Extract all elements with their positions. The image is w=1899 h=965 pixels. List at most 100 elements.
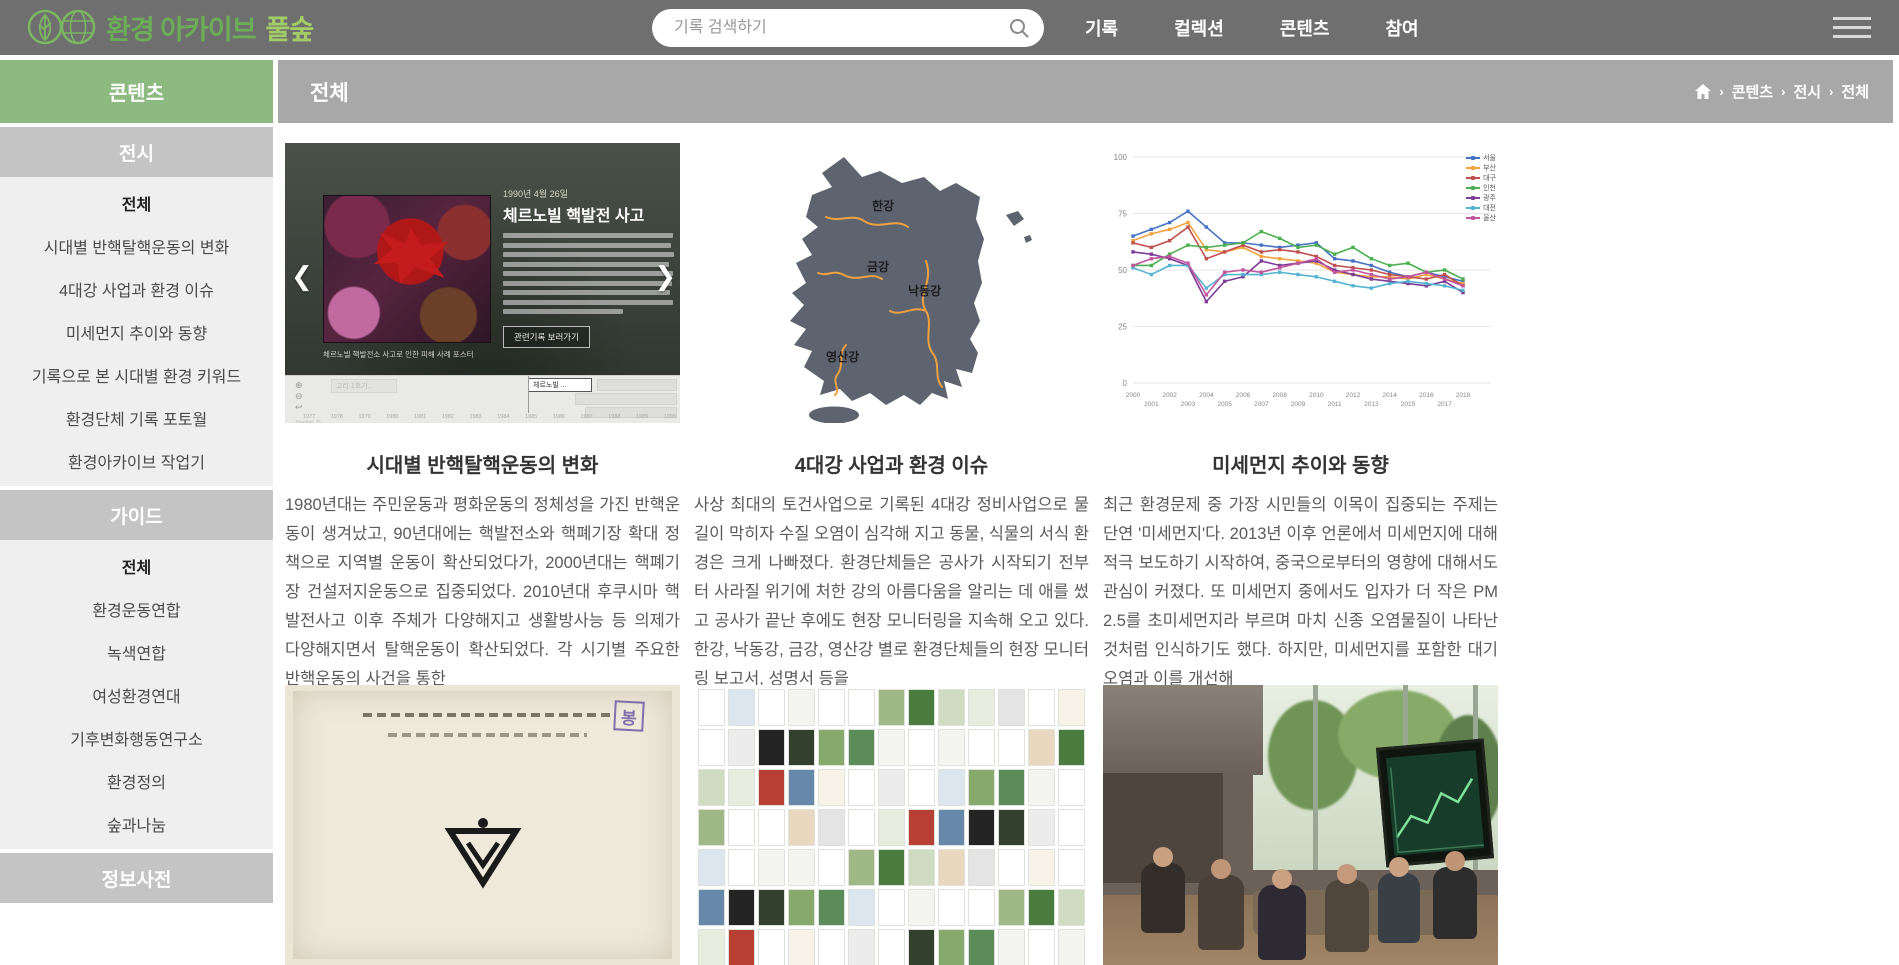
- meeting-photo-image[interactable]: [1103, 685, 1498, 965]
- thumbnail[interactable]: [788, 849, 815, 886]
- thumbnail[interactable]: [908, 729, 935, 766]
- thumbnail[interactable]: [728, 809, 755, 846]
- timeline-cursor[interactable]: [528, 376, 529, 413]
- sidebar-title-contents[interactable]: 콘텐츠: [0, 60, 273, 123]
- thumbnail[interactable]: [1028, 889, 1055, 926]
- thumbnail[interactable]: [848, 929, 875, 965]
- thumbnail[interactable]: [968, 809, 995, 846]
- timeline-tag-gori[interactable]: 고리 1호기...: [331, 379, 397, 393]
- sidebar-item-archive-notes[interactable]: 환경아카이브 작업기: [0, 439, 273, 482]
- thumbnail[interactable]: [878, 929, 905, 965]
- thumbnail[interactable]: [968, 849, 995, 886]
- thumbnail[interactable]: [998, 769, 1025, 806]
- card-title[interactable]: 미세먼지 추이와 동향: [1103, 449, 1498, 478]
- thumbnail[interactable]: [908, 809, 935, 846]
- thumbnail[interactable]: [938, 809, 965, 846]
- thumbnail[interactable]: [788, 809, 815, 846]
- thumbnail[interactable]: [938, 769, 965, 806]
- thumbnail[interactable]: [728, 729, 755, 766]
- card-fine-dust-image[interactable]: 0255075100200020012002200320042005200620…: [1103, 143, 1498, 423]
- sidebar-item-eco-justice[interactable]: 환경정의: [0, 759, 273, 802]
- thumbnail[interactable]: [848, 809, 875, 846]
- old-document-image[interactable]: 봉: [285, 685, 680, 965]
- thumbnail[interactable]: [998, 929, 1025, 965]
- thumbnail[interactable]: [998, 849, 1025, 886]
- sidebar-item-fine-dust[interactable]: 미세먼지 추이와 동향: [0, 310, 273, 353]
- thumbnail[interactable]: [1058, 729, 1085, 766]
- sidebar-section-exhibition[interactable]: 전시: [0, 127, 273, 177]
- zoom-out-icon[interactable]: ⊖: [295, 391, 303, 402]
- thumbnail[interactable]: [1028, 769, 1055, 806]
- card-archive-notes[interactable]: [1103, 685, 1498, 965]
- thumbnail[interactable]: [878, 689, 905, 726]
- thumbnail[interactable]: [938, 689, 965, 726]
- thumbnail[interactable]: [878, 769, 905, 806]
- thumbnail[interactable]: [1028, 729, 1055, 766]
- thumbnail[interactable]: [728, 689, 755, 726]
- thumbnail[interactable]: [968, 729, 995, 766]
- thumbnail[interactable]: [728, 889, 755, 926]
- thumbnail[interactable]: [1058, 929, 1085, 965]
- thumbnail[interactable]: [698, 769, 725, 806]
- thumbnail[interactable]: [908, 849, 935, 886]
- nav-item-collections[interactable]: 컬렉션: [1174, 15, 1224, 41]
- thumbnail[interactable]: [848, 889, 875, 926]
- thumbnail[interactable]: [1058, 889, 1085, 926]
- thumbnail[interactable]: [698, 809, 725, 846]
- sidebar-item-kwen[interactable]: 여성환경연대: [0, 673, 273, 716]
- search-input[interactable]: [674, 19, 1008, 37]
- thumbnail[interactable]: [1028, 849, 1055, 886]
- card-antinuclear[interactable]: ❮ ❯ 체르노빌 핵발전소 사고로 인한 피해 사례 포스터 1990년 4월 …: [285, 143, 680, 694]
- thumbnail[interactable]: [908, 889, 935, 926]
- thumbnail[interactable]: [698, 929, 725, 965]
- breadcrumb-contents[interactable]: 콘텐츠: [1732, 81, 1773, 102]
- thumbnail[interactable]: [788, 889, 815, 926]
- thumbnail[interactable]: [908, 689, 935, 726]
- undo-icon[interactable]: ↩: [295, 402, 303, 413]
- thumbnail[interactable]: [878, 849, 905, 886]
- thumbnail[interactable]: [788, 929, 815, 965]
- thumbnail[interactable]: [848, 769, 875, 806]
- thumbnail[interactable]: [1028, 929, 1055, 965]
- thumbnail[interactable]: [698, 849, 725, 886]
- card-four-rivers[interactable]: 한강 금강 낙동강 영산강 4대강 사업과 환경 이슈 사상 최대의 토건사업으…: [694, 143, 1089, 694]
- thumbnail[interactable]: [908, 769, 935, 806]
- thumbnail[interactable]: [998, 809, 1025, 846]
- sidebar-item-climate-inst[interactable]: 기후변화행동연구소: [0, 716, 273, 759]
- thumbnail[interactable]: [1058, 809, 1085, 846]
- thumbnail[interactable]: [698, 729, 725, 766]
- thumbnail[interactable]: [728, 769, 755, 806]
- sidebar-item-antinuclear[interactable]: 시대별 반핵탈핵운동의 변화: [0, 224, 273, 267]
- thumbnail[interactable]: [788, 729, 815, 766]
- thumbnail[interactable]: [1028, 689, 1055, 726]
- thumbnail[interactable]: [758, 849, 785, 886]
- card-title[interactable]: 4대강 사업과 환경 이슈: [694, 449, 1089, 478]
- thumbnail[interactable]: [818, 769, 845, 806]
- carousel-next-icon[interactable]: ❯: [654, 261, 676, 292]
- thumbnail[interactable]: [758, 929, 785, 965]
- sidebar-item-era-keywords[interactable]: 기록으로 본 시대별 환경 키워드: [0, 353, 273, 396]
- thumbnail[interactable]: [758, 689, 785, 726]
- thumbnail[interactable]: [1058, 769, 1085, 806]
- breadcrumb-exhibition[interactable]: 전시: [1793, 81, 1821, 102]
- search-icon[interactable]: [1008, 17, 1030, 39]
- thumbnail[interactable]: [848, 729, 875, 766]
- thumbnail[interactable]: [758, 729, 785, 766]
- thumbnail[interactable]: [968, 929, 995, 965]
- nav-item-participate[interactable]: 참여: [1386, 15, 1419, 41]
- card-title[interactable]: 시대별 반핵탈핵운동의 변화: [285, 449, 680, 478]
- nav-item-records[interactable]: 기록: [1085, 15, 1118, 41]
- record-search-bar[interactable]: [652, 9, 1044, 47]
- timeline-strip[interactable]: ⊕ ⊖ ↩ 고리 1호기... 체르노빌 ... 197719781979198…: [285, 375, 680, 423]
- thumbnail[interactable]: [728, 929, 755, 965]
- thumbnail[interactable]: [758, 809, 785, 846]
- card-four-rivers-image[interactable]: 한강 금강 낙동강 영산강: [694, 143, 1089, 423]
- thumbnail[interactable]: [1058, 689, 1085, 726]
- thumbnail[interactable]: [788, 689, 815, 726]
- thumbnail[interactable]: [758, 769, 785, 806]
- card-fine-dust[interactable]: 0255075100200020012002200320042005200620…: [1103, 143, 1498, 694]
- thumbnail[interactable]: [848, 849, 875, 886]
- sidebar-item-greenkorea[interactable]: 녹색연합: [0, 630, 273, 673]
- zoom-in-icon[interactable]: ⊕: [295, 380, 303, 391]
- thumbnail[interactable]: [698, 689, 725, 726]
